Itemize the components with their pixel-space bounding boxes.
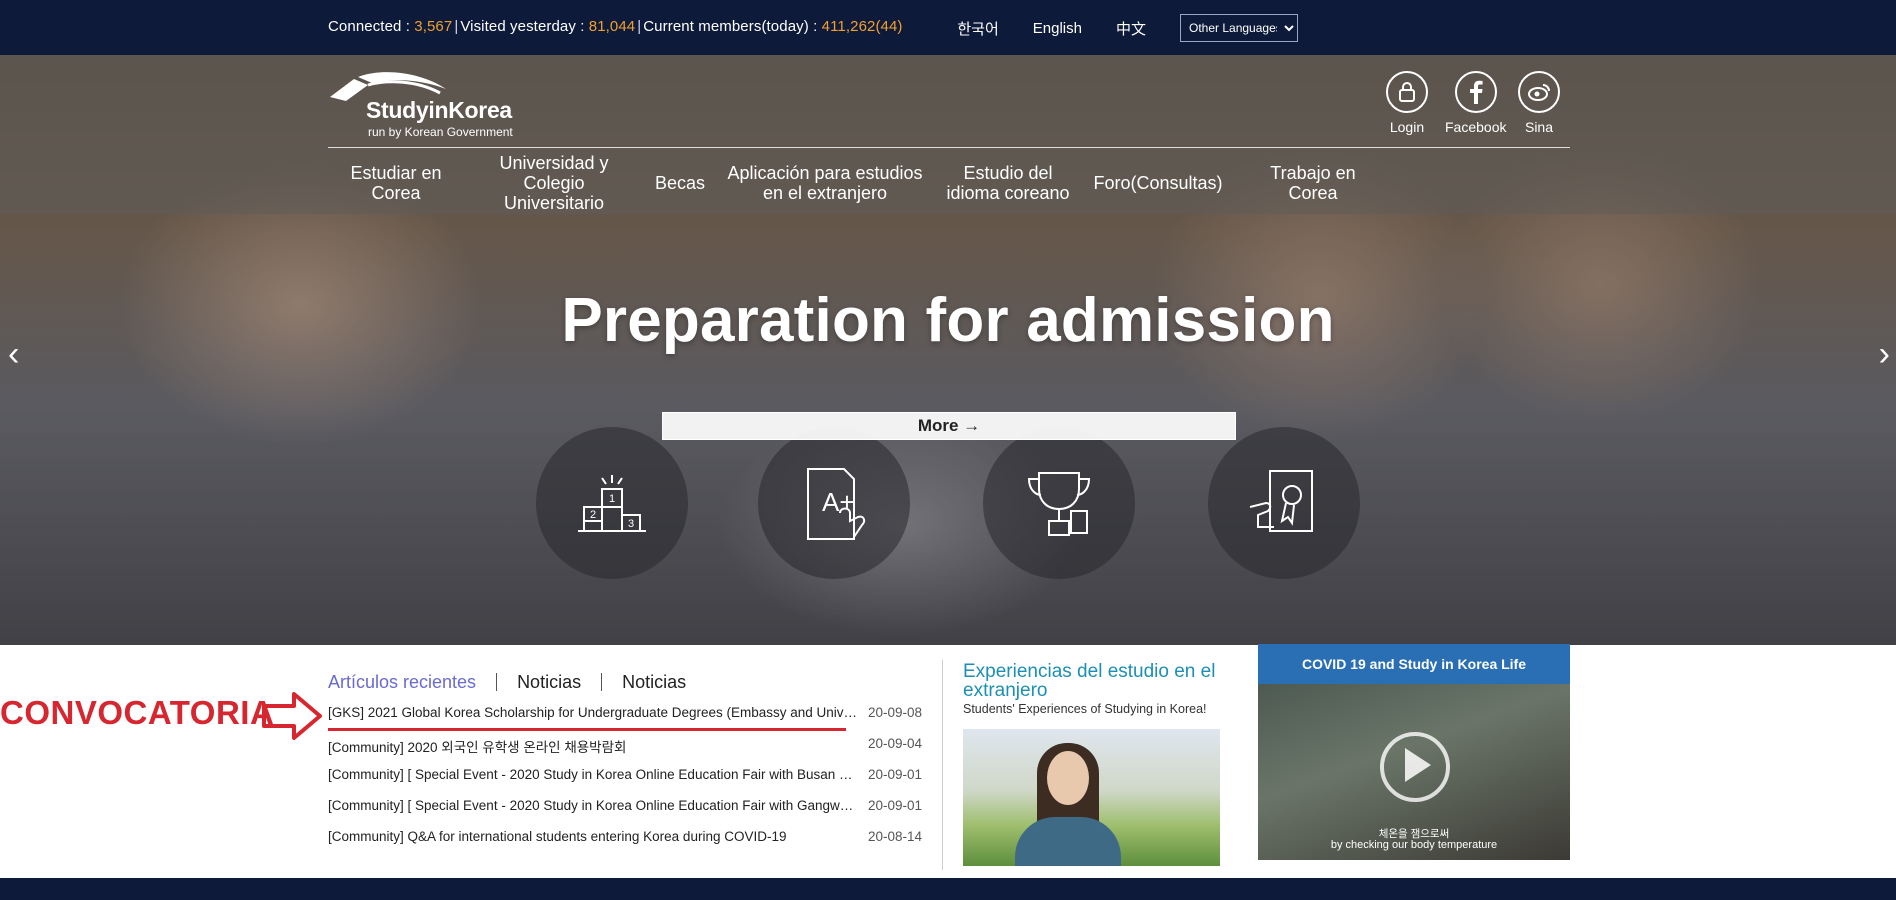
site-logo[interactable]: StudyinKorea run by Korean Government bbox=[328, 71, 528, 141]
experience-title[interactable]: Experiencias del estudio en el extranjer… bbox=[963, 662, 1223, 700]
news-item[interactable]: [Community] Q&A for international studen… bbox=[328, 829, 922, 849]
news-item-title[interactable]: [Community] [ Special Event - 2020 Study… bbox=[328, 798, 858, 818]
podium-ranking-icon[interactable]: 1 2 3 bbox=[536, 427, 688, 579]
nav-divider bbox=[328, 147, 1570, 148]
visited-label: Visited yesterday : bbox=[460, 18, 589, 35]
news-item-title[interactable]: [Community] [ Special Event - 2020 Study… bbox=[328, 767, 858, 787]
nav-scholarships[interactable]: Becas bbox=[644, 173, 716, 193]
photo-body bbox=[1015, 817, 1121, 866]
nav-application[interactable]: Aplicación para estudios en el extranjer… bbox=[716, 163, 934, 203]
hero-banner: StudyinKorea run by Korean Government Lo… bbox=[0, 55, 1896, 645]
logo-tagline: run by Korean Government bbox=[368, 125, 513, 139]
top-bar: Connected : 3,567 | Visited yesterday : 81… bbox=[0, 0, 1896, 55]
nav-university[interactable]: Universidad y Colegio Universitario bbox=[464, 153, 644, 213]
nav-study-in-korea[interactable]: Estudiar en Corea bbox=[328, 163, 464, 203]
hero-title: Preparation for admission bbox=[561, 286, 1335, 355]
news-item-title[interactable]: [GKS] 2021 Global Korea Scholarship for … bbox=[328, 705, 858, 725]
stats-divider: | bbox=[454, 18, 459, 35]
tab-divider bbox=[496, 673, 498, 691]
facebook-icon bbox=[1454, 71, 1497, 113]
connected-label: Connected : bbox=[328, 18, 415, 35]
news-item-date: 20-09-04 bbox=[867, 736, 922, 751]
certificate-icon[interactable] bbox=[1208, 427, 1360, 579]
lang-english[interactable]: English bbox=[1033, 20, 1082, 37]
site-stats: Connected : 3,567 | Visited yesterday : 81… bbox=[328, 18, 903, 35]
news-item-date: 20-09-01 bbox=[867, 798, 922, 813]
news-item-title[interactable]: [Community] Q&A for international studen… bbox=[328, 829, 858, 849]
news-tabs: Artículos recientes Noticias Noticias bbox=[328, 670, 928, 694]
play-triangle-icon bbox=[1405, 748, 1431, 782]
podium-second-number: 2 bbox=[590, 509, 596, 521]
annotation-underline bbox=[328, 728, 846, 731]
sina-label: Sina bbox=[1524, 119, 1554, 135]
covid-video-thumbnail[interactable]: 체온을 잼으로써 by checking our body temperatur… bbox=[1258, 684, 1570, 860]
stats-divider: | bbox=[637, 18, 642, 35]
news-item-date: 20-08-14 bbox=[867, 829, 922, 844]
news-item-title[interactable]: [Community] 2020 외국인 유학생 온라인 채용박람회 bbox=[328, 736, 858, 756]
sina-link[interactable]: Sina bbox=[1518, 71, 1560, 135]
logo-name: StudyinKorea bbox=[366, 97, 512, 123]
experience-photo[interactable] bbox=[963, 729, 1220, 866]
connected-count: 3,567 bbox=[414, 18, 453, 35]
news-item[interactable]: [Community] [ Special Event - 2020 Study… bbox=[328, 767, 922, 787]
facebook-label: Facebook bbox=[1445, 119, 1507, 135]
site-header: StudyinKorea run by Korean Government Lo… bbox=[0, 55, 1896, 214]
nav-korean-language[interactable]: Estudio del idioma coreano bbox=[934, 163, 1082, 203]
covid-video-card: COVID 19 and Study in Korea Life 체온을 잼으로… bbox=[1258, 644, 1570, 860]
podium-third-number: 3 bbox=[628, 518, 634, 530]
annotation-callout: CONVOCATORIA bbox=[0, 694, 275, 731]
nav-work-in-korea[interactable]: Trabajo en Corea bbox=[1234, 163, 1392, 203]
members-label: Current members(today) : bbox=[643, 18, 822, 35]
lock-icon bbox=[1386, 71, 1428, 113]
lang-korean[interactable]: 한국어 bbox=[957, 18, 998, 39]
grade-text: A+ bbox=[822, 487, 855, 517]
language-switcher: 한국어 English 中文 Other Languages bbox=[957, 14, 1298, 42]
nav-forum[interactable]: Foro(Consultas) bbox=[1082, 173, 1234, 193]
lang-chinese[interactable]: 中文 bbox=[1116, 18, 1146, 39]
more-button[interactable]: More → bbox=[662, 412, 1236, 440]
video-subtitle-english: by checking our body temperature bbox=[1330, 839, 1498, 851]
section-divider bbox=[942, 660, 943, 870]
login-link[interactable]: Login bbox=[1386, 71, 1428, 135]
main-nav: Estudiar en Corea Universidad y Colegio … bbox=[328, 153, 1570, 213]
login-label: Login bbox=[1389, 119, 1425, 135]
news-item[interactable]: [Community] 2020 외국인 유학생 온라인 채용박람회 20-09… bbox=[328, 736, 922, 756]
news-item-date: 20-09-08 bbox=[867, 705, 922, 720]
members-count: 411,262(44) bbox=[821, 18, 903, 35]
photo-face bbox=[1047, 751, 1089, 805]
other-languages-select[interactable]: Other Languages bbox=[1180, 14, 1298, 42]
news-item-date: 20-09-01 bbox=[867, 767, 922, 782]
tab-recent-articles[interactable]: Artículos recientes bbox=[328, 672, 476, 693]
sina-weibo-icon bbox=[1518, 71, 1560, 113]
trophy-icon[interactable] bbox=[983, 427, 1135, 579]
tab-divider bbox=[601, 673, 603, 691]
facebook-link[interactable]: Facebook bbox=[1445, 71, 1506, 135]
experience-subtitle: Students' Experiences of Studying in Kor… bbox=[963, 702, 1207, 716]
news-section: Artículos recientes Noticias Noticias [G… bbox=[328, 670, 928, 845]
visited-count: 81,044 bbox=[588, 18, 636, 35]
arrow-right-icon bbox=[262, 692, 322, 740]
podium-first-number: 1 bbox=[609, 493, 615, 505]
grade-a-plus-icon[interactable]: A+ bbox=[758, 427, 910, 579]
tab-news-1[interactable]: Noticias bbox=[517, 672, 581, 693]
news-item[interactable]: [Community] [ Special Event - 2020 Study… bbox=[328, 798, 922, 818]
covid-title[interactable]: COVID 19 and Study in Korea Life bbox=[1258, 644, 1570, 684]
tab-news-2[interactable]: Noticias bbox=[622, 672, 686, 693]
news-item[interactable]: [GKS] 2021 Global Korea Scholarship for … bbox=[328, 705, 922, 725]
footer-band bbox=[0, 878, 1896, 900]
